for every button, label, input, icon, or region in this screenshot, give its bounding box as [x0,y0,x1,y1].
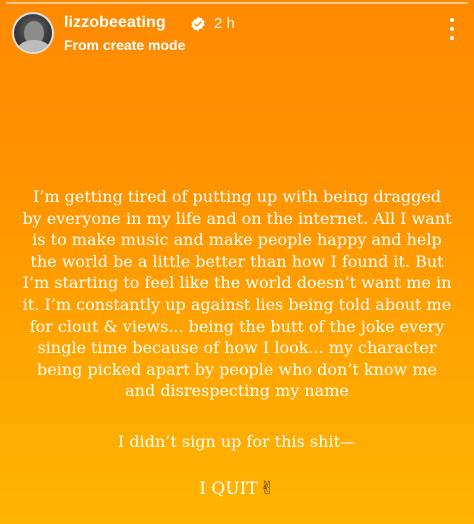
more-vertical-icon[interactable] [448,18,456,44]
story-line-2: I didn’t sign up for this shit— [117,432,356,451]
quit-text: I QUIT [199,479,258,499]
avatar[interactable] [12,12,54,54]
avatar-body [18,40,50,52]
victory-hand-icon: ✌ [259,478,275,499]
story-progress-bar [6,2,468,4]
story-text: I’m getting tired of putting up with bei… [22,186,452,402]
verified-badge-icon [191,16,205,32]
story-line-3: I QUIT ✌ [0,478,474,499]
post-time: 2 h [214,15,235,32]
username[interactable]: lizzobeeating [64,14,166,32]
dot-icon [450,18,454,22]
story-paragraph: I’m getting tired of putting up with bei… [22,187,452,401]
dot-icon [450,36,454,40]
story-header: lizzobeeating 2 h From create mode [12,8,462,60]
story-view[interactable]: lizzobeeating 2 h From create mode I’m g… [0,0,474,524]
dot-icon [450,27,454,31]
story-subtitle: From create mode [64,37,186,53]
